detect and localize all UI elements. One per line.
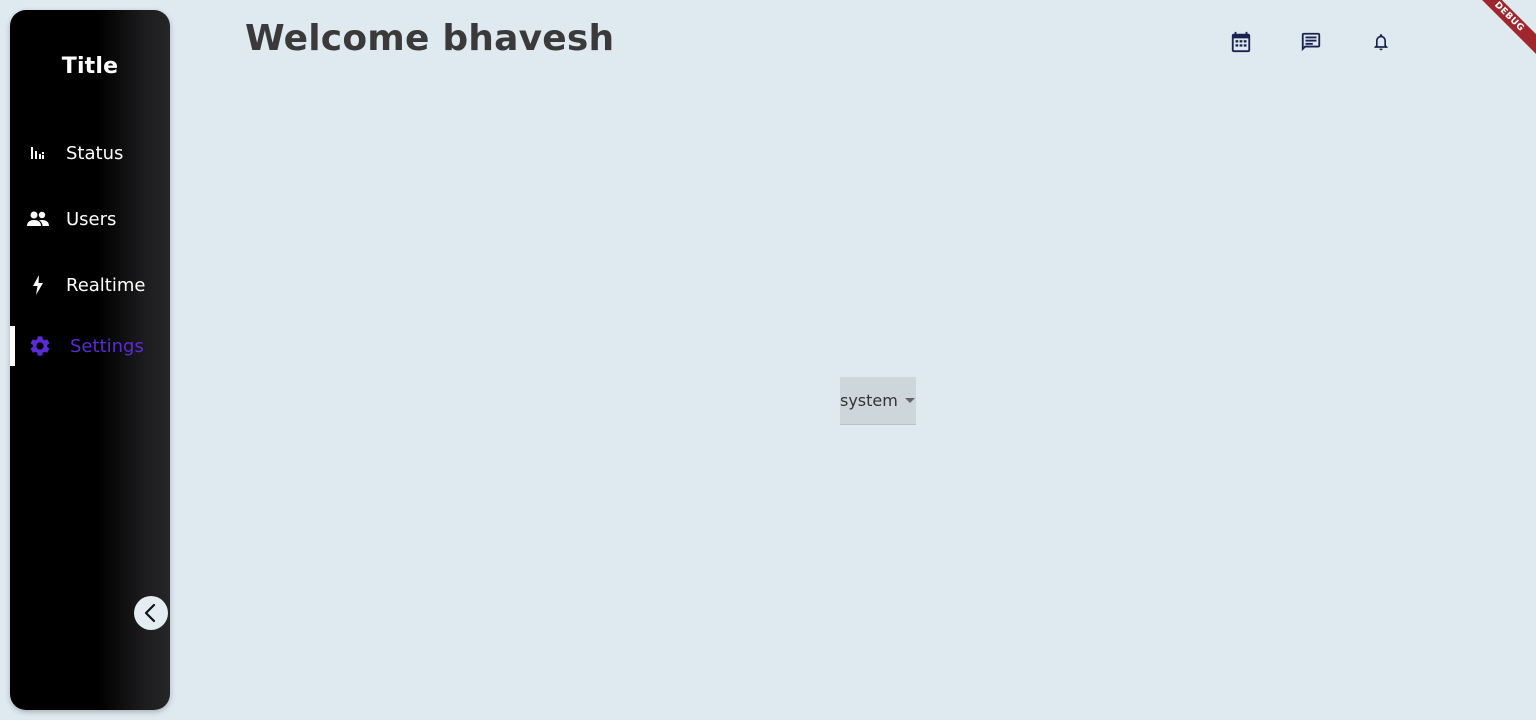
gear-icon xyxy=(28,334,52,358)
active-indicator xyxy=(10,326,15,366)
bolt-icon xyxy=(26,273,50,297)
people-icon xyxy=(26,207,50,231)
sidebar-item-label: Status xyxy=(66,142,124,164)
calendar-button[interactable] xyxy=(1227,28,1255,56)
bell-icon xyxy=(1371,31,1391,53)
app-root: Title Status Users Realtime Settings Wel… xyxy=(0,0,1536,720)
sidebar-item-label: Settings xyxy=(70,335,144,357)
caret-down-icon xyxy=(904,398,915,403)
chevron-left-icon xyxy=(143,603,159,623)
bar-chart-icon xyxy=(26,141,50,165)
notifications-button[interactable] xyxy=(1367,28,1395,56)
sidebar-item-label: Realtime xyxy=(66,274,146,296)
sidebar-item-status[interactable]: Status xyxy=(10,133,170,173)
dropdown-value: system xyxy=(840,391,898,410)
page-title: Welcome bhavesh xyxy=(245,18,615,59)
sidebar: Title Status Users Realtime Settings xyxy=(10,10,170,710)
debug-banner: DEBUG xyxy=(1465,0,1536,61)
sidebar-item-label: Users xyxy=(66,208,117,230)
messages-button[interactable] xyxy=(1297,28,1325,56)
chat-icon xyxy=(1300,31,1322,53)
sidebar-title: Title xyxy=(61,54,119,79)
collapse-sidebar-button[interactable] xyxy=(134,596,168,630)
sidebar-item-realtime[interactable]: Realtime xyxy=(10,265,170,305)
theme-dropdown[interactable]: system xyxy=(840,377,916,425)
sidebar-item-settings[interactable]: Settings xyxy=(10,326,170,366)
sidebar-item-users[interactable]: Users xyxy=(10,199,170,239)
calendar-icon xyxy=(1230,31,1252,53)
